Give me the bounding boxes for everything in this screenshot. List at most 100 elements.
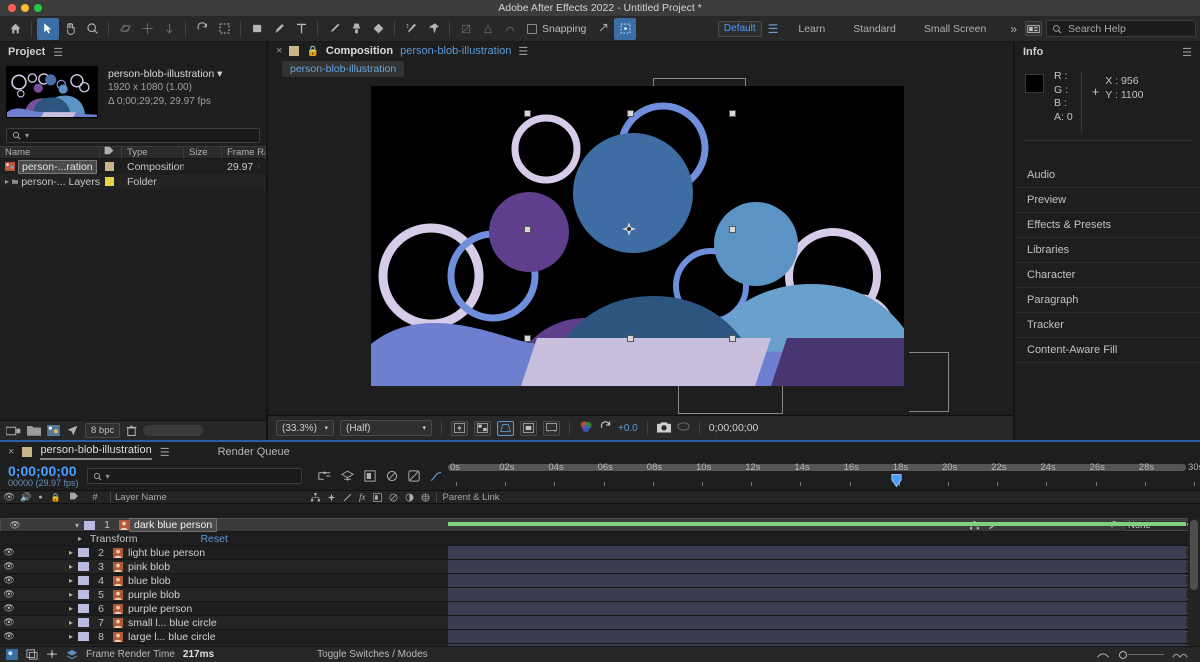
panel-preview[interactable]: Preview xyxy=(1015,188,1200,213)
draft-3d-icon[interactable] xyxy=(341,470,354,482)
hide-shy-layers-icon[interactable] xyxy=(364,470,376,482)
toggle-switches-modes-button[interactable]: Toggle Switches / Modes xyxy=(317,649,428,660)
viewer-timecode[interactable]: 0;00;00;00 xyxy=(709,422,759,434)
timeline-zoom-slider[interactable] xyxy=(1118,650,1164,660)
layer-label-color[interactable] xyxy=(84,521,95,530)
expand-layer-icon[interactable]: ▸ xyxy=(64,632,78,641)
layer-switches-header[interactable]: fx xyxy=(311,492,430,502)
home-icon[interactable] xyxy=(4,18,26,40)
playhead-icon[interactable] xyxy=(891,474,902,487)
clone-stamp-tool-icon[interactable] xyxy=(345,18,367,40)
frame-blending-icon[interactable] xyxy=(386,470,398,482)
exposure-reset-icon[interactable] xyxy=(599,420,612,436)
info-panel-menu-icon[interactable]: ☰ xyxy=(1182,46,1192,59)
pan-tool-icon[interactable] xyxy=(136,18,158,40)
comp-flowchart-icon[interactable] xyxy=(46,649,58,660)
selection-tool-icon[interactable] xyxy=(37,18,59,40)
panel-character[interactable]: Character xyxy=(1015,263,1200,288)
workspace-toggle-icon[interactable] xyxy=(1025,21,1042,36)
shape-tool-icon[interactable] xyxy=(246,18,268,40)
workspace-default[interactable]: Default xyxy=(718,21,762,37)
layer-track-bar[interactable] xyxy=(448,546,1186,559)
timeline-panel-menu-icon[interactable]: ☰ xyxy=(160,446,170,459)
transparency-grid-icon[interactable] xyxy=(474,421,491,436)
folder-expand-icon[interactable]: ▸ xyxy=(5,177,9,186)
channel-select-icon[interactable] xyxy=(579,420,593,436)
composition-panel-menu-icon[interactable]: ☰ xyxy=(518,45,528,58)
timeline-ruler[interactable]: 0s02s04s06s08s10s12s14s16s18s20s22s24s26… xyxy=(448,462,1200,490)
lock-switch-header-icon[interactable]: 🔒 xyxy=(47,493,64,502)
layer-name-header[interactable]: Layer Name xyxy=(115,492,311,503)
current-time-display[interactable]: 0;00;00;00 00000 (29.97 fps) xyxy=(8,464,79,488)
snapping-checkbox[interactable] xyxy=(527,24,537,34)
layer-label-color[interactable] xyxy=(78,576,89,585)
roto-brush-tool-icon[interactable] xyxy=(400,18,422,40)
workspace-bar[interactable]: Default ☰ Learn Standard Small Screen » … xyxy=(718,16,1200,42)
video-toggle-icon[interactable]: 👁 xyxy=(0,617,18,628)
viewer-control-bar[interactable]: (33.3%)▾ (Half)▾ xyxy=(268,415,1013,440)
snap-arrow-icon[interactable] xyxy=(592,18,614,40)
layer-track-bar[interactable] xyxy=(448,522,1186,526)
show-snapshot-icon[interactable] xyxy=(677,421,690,435)
anchor-point-icon[interactable] xyxy=(622,222,636,236)
selection-handle[interactable] xyxy=(627,110,634,117)
close-tab-icon[interactable]: × xyxy=(276,45,282,57)
region-view-icon[interactable] xyxy=(520,421,537,436)
project-row-swatch[interactable] xyxy=(105,177,114,186)
timeline-layer-row-6[interactable]: 👁▸6purple personNone▾ xyxy=(0,602,1200,616)
project-column-size[interactable]: Size xyxy=(184,146,222,159)
selection-handle[interactable] xyxy=(524,110,531,117)
project-panel-footer[interactable]: 8 bpc xyxy=(0,420,266,440)
hand-tool-icon[interactable] xyxy=(59,18,81,40)
workspace-standard[interactable]: Standard xyxy=(839,16,910,42)
layer-number-header[interactable]: # xyxy=(84,492,106,503)
breadcrumb[interactable]: person-blob-illustration xyxy=(268,60,1013,78)
timeline-layer-row-5[interactable]: 👁▸5purple blobNone▾ xyxy=(0,588,1200,602)
layer-label-color[interactable] xyxy=(78,548,89,557)
project-column-label-icon[interactable] xyxy=(100,146,122,159)
video-toggle-icon[interactable]: 👁 xyxy=(0,575,18,586)
project-row-name[interactable]: person-...ration xyxy=(18,160,97,174)
mask-tool-3-icon[interactable] xyxy=(499,18,521,40)
tool-bar[interactable]: Snapping Default ☰ Learn Standard Small … xyxy=(0,16,1200,42)
video-toggle-icon[interactable]: 👁 xyxy=(0,603,18,614)
motion-blur-icon[interactable] xyxy=(408,470,420,482)
panel-effects-presets[interactable]: Effects & Presets xyxy=(1015,213,1200,238)
layer-name[interactable]: light blue person xyxy=(123,547,205,559)
project-footer-slider[interactable] xyxy=(143,425,203,436)
expand-layer-icon[interactable]: ▸ xyxy=(64,618,78,627)
type-tool-icon[interactable] xyxy=(290,18,312,40)
parent-link-header[interactable]: Parent & Link xyxy=(443,492,500,503)
timeline-layer-row-2[interactable]: 👁▸2light blue personNone▾ xyxy=(0,546,1200,560)
composition-name[interactable]: person-blob-illustration xyxy=(400,45,511,57)
timeline-transform-row[interactable]: ▸ Transform Reset xyxy=(0,532,1200,546)
delete-icon[interactable] xyxy=(126,425,137,437)
3d-view-icon[interactable] xyxy=(543,421,560,436)
layer-name[interactable]: purple blob xyxy=(123,589,180,601)
layer-track-bar[interactable] xyxy=(448,616,1186,629)
timeline-layer-row-1[interactable]: 👁 ▾ 1 dark blue person None▾ xyxy=(0,518,1200,532)
panel-tracker[interactable]: Tracker xyxy=(1015,313,1200,338)
panel-paragraph[interactable]: Paragraph xyxy=(1015,288,1200,313)
layer-label-color[interactable] xyxy=(78,618,89,627)
layer-label-color[interactable] xyxy=(78,604,89,613)
fast-previews-icon[interactable] xyxy=(451,421,468,436)
expand-layer-icon[interactable]: ▸ xyxy=(64,604,78,613)
puppet-pin-tool-icon[interactable] xyxy=(422,18,444,40)
region-of-interest-icon[interactable] xyxy=(213,18,235,40)
video-toggle-icon[interactable]: 👁 xyxy=(0,547,18,558)
layer-track-bar[interactable] xyxy=(448,602,1186,615)
layer-name[interactable]: large l... blue circle xyxy=(123,631,216,643)
selection-handle[interactable] xyxy=(729,110,736,117)
project-column-type[interactable]: Type xyxy=(122,146,184,159)
layer-track-bar[interactable] xyxy=(448,574,1186,587)
layer-label-color[interactable] xyxy=(78,562,89,571)
snapshot-icon[interactable] xyxy=(657,421,671,436)
panel-content-aware-fill[interactable]: Content-Aware Fill xyxy=(1015,338,1200,363)
project-row-composition[interactable]: person-...ration Composition 29.97 xyxy=(0,159,266,174)
timeline-search-input[interactable]: ▾ xyxy=(87,468,302,484)
breadcrumb-item[interactable]: person-blob-illustration xyxy=(282,61,404,77)
current-time-value[interactable]: 0;00;00;00 xyxy=(8,464,79,478)
transform-reset-button[interactable]: Reset xyxy=(200,533,227,545)
project-columns-header[interactable]: Name Type Size Frame Ra... xyxy=(0,146,266,159)
